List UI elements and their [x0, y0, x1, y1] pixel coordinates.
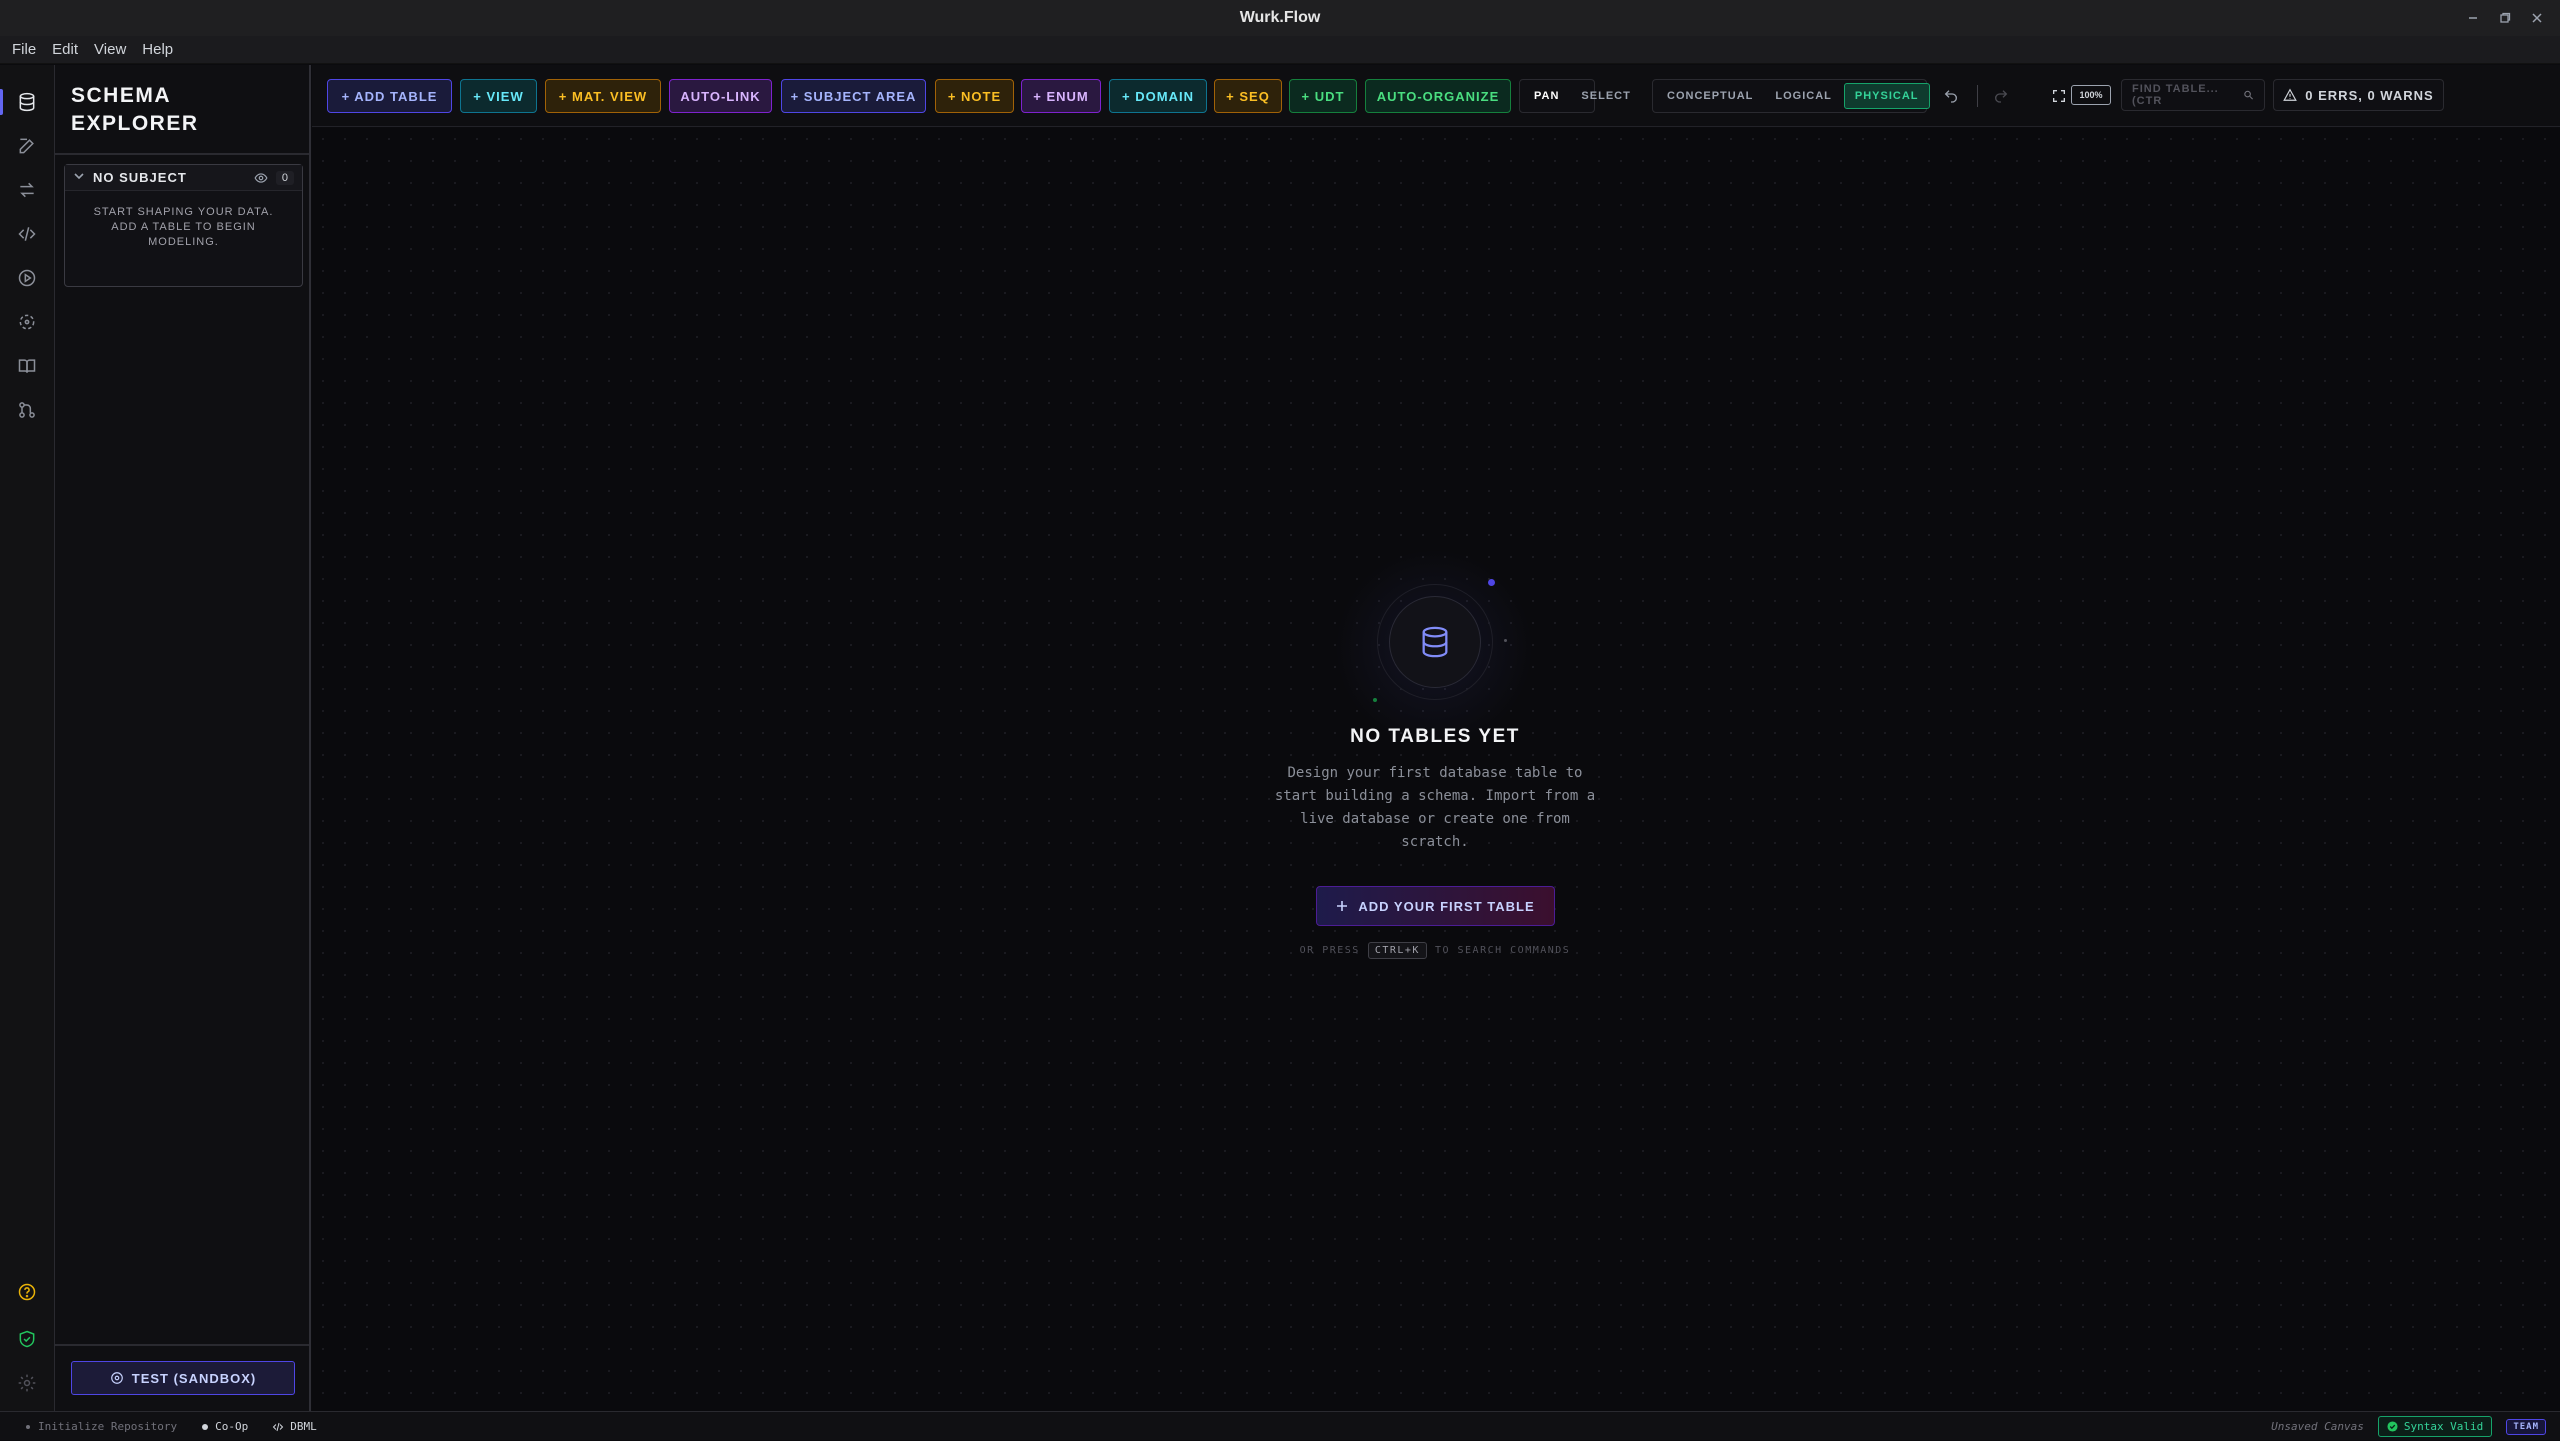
check-circle-icon	[2387, 1421, 2398, 1432]
validation-status-label: 0 ERRS, 0 WARNS	[2305, 87, 2434, 103]
focus-icon[interactable]	[14, 309, 40, 335]
target-icon	[110, 1372, 123, 1384]
auto-organize-button[interactable]: AUTO-ORGANIZE	[1365, 79, 1511, 113]
hint-suffix: TO SEARCH COMMANDS	[1434, 945, 1571, 956]
add-view-button[interactable]: + VIEW	[460, 79, 537, 113]
subject-count-badge: 0	[275, 170, 294, 185]
window-controls	[2464, 0, 2546, 36]
eye-icon[interactable]	[254, 171, 268, 185]
subject-group: NO SUBJECT 0 START SHAPING YOUR DATA. AD…	[64, 164, 303, 287]
warning-icon	[2283, 88, 2298, 101]
undo-icon[interactable]	[1934, 79, 1968, 113]
help-icon[interactable]	[14, 1279, 40, 1305]
coop-button[interactable]: Co-Op	[201, 1420, 248, 1433]
decor-dot	[1373, 698, 1377, 702]
hint-prefix: OR PRESS	[1299, 945, 1360, 956]
add-enum-button[interactable]: + ENUM	[1021, 79, 1101, 113]
shield-check-icon[interactable]	[14, 1326, 40, 1352]
search-icon	[2244, 90, 2254, 100]
coop-label: Co-Op	[215, 1420, 249, 1433]
status-bar: Initialize Repository Co-Op DBML Unsaved…	[0, 1411, 2560, 1440]
empty-state-title: NO TABLES YET	[1350, 726, 1520, 747]
window-titlebar: Wurk.Flow	[0, 0, 2560, 36]
database-icon[interactable]	[14, 89, 40, 115]
shortcut-key: CTRL+K	[1367, 942, 1427, 959]
panel-title: SCHEMA EXPLORER	[71, 84, 199, 135]
empty-state-description: Design your first database table to star…	[1274, 765, 1596, 850]
menu-help[interactable]: Help	[136, 41, 179, 58]
divider	[55, 153, 309, 155]
initialize-repository-label: Initialize Repository	[38, 1420, 178, 1433]
dbml-button[interactable]: DBML	[272, 1420, 317, 1433]
subject-label: NO SUBJECT	[93, 170, 187, 185]
minimize-icon[interactable]	[2464, 9, 2482, 27]
code-icon	[272, 1422, 284, 1431]
status-dot-icon	[202, 1423, 209, 1430]
activity-rail	[0, 65, 55, 1411]
test-sandbox-button[interactable]: TEST (SANDBOX)	[71, 1361, 295, 1395]
initialize-repository-button[interactable]: Initialize Repository	[24, 1420, 177, 1433]
subject-empty-message: START SHAPING YOUR DATA. ADD A TABLE TO …	[93, 206, 274, 248]
find-table-placeholder: FIND TABLE... (CTR	[2132, 83, 2219, 107]
play-icon[interactable]	[14, 265, 40, 291]
level-physical[interactable]: PHYSICAL	[1843, 83, 1930, 109]
schema-explorer-panel: SCHEMA EXPLORER NO SUBJECT 0 START SHAPI…	[55, 65, 311, 1411]
git-icon	[26, 1424, 30, 1429]
maximize-icon[interactable]	[2496, 9, 2514, 27]
validation-status[interactable]: 0 ERRS, 0 WARNS	[2273, 79, 2444, 111]
book-icon[interactable]	[14, 353, 40, 379]
window-title: Wurk.Flow	[1239, 9, 1321, 26]
close-icon[interactable]	[2528, 9, 2546, 27]
level-conceptual[interactable]: CONCEPTUAL	[1657, 84, 1763, 108]
model-level-toggle: CONCEPTUAL LOGICAL PHYSICAL	[1652, 79, 1930, 113]
settings-icon[interactable]	[14, 1370, 40, 1396]
empty-state-badge	[1389, 596, 1481, 688]
dbml-label: DBML	[290, 1420, 317, 1433]
code-icon[interactable]	[14, 221, 40, 247]
syntax-status-label: Syntax Valid	[2403, 1420, 2484, 1433]
rail-active-indicator	[0, 89, 3, 115]
git-branch-icon[interactable]	[14, 397, 40, 423]
swap-icon[interactable]	[14, 177, 40, 203]
divider	[1977, 85, 1978, 107]
add-udt-button[interactable]: + UDT	[1289, 79, 1357, 113]
add-mat-view-button[interactable]: + MAT. VIEW	[545, 79, 661, 113]
edit-icon[interactable]	[14, 133, 40, 159]
mode-pan[interactable]: PAN	[1524, 84, 1569, 108]
unsaved-status: Unsaved Canvas	[2271, 1420, 2364, 1433]
menu-view[interactable]: View	[88, 41, 132, 58]
add-domain-button[interactable]: + DOMAIN	[1109, 79, 1207, 113]
add-table-button[interactable]: + ADD TABLE	[327, 79, 452, 113]
decor-dot	[1488, 579, 1495, 586]
find-table-input[interactable]: FIND TABLE... (CTR	[2121, 79, 2265, 111]
interaction-mode-toggle: PAN SELECT	[1519, 79, 1630, 113]
test-sandbox-label: TEST (SANDBOX)	[131, 1370, 257, 1386]
add-first-table-button[interactable]: ADD YOUR FIRST TABLE	[1316, 886, 1555, 926]
command-hint: OR PRESS CTRL+K TO SEARCH COMMANDS	[1235, 942, 1635, 959]
chevron-down-icon[interactable]	[73, 170, 85, 185]
team-badge[interactable]: TEAM	[2506, 1418, 2546, 1435]
redo-icon[interactable]	[1984, 79, 2018, 113]
add-first-table-label: ADD YOUR FIRST TABLE	[1358, 898, 1535, 914]
syntax-status-badge[interactable]: Syntax Valid	[2377, 1416, 2493, 1437]
decor-dot	[1504, 639, 1507, 642]
add-seq-button[interactable]: + SEQ	[1214, 79, 1282, 113]
mode-select[interactable]: SELECT	[1571, 84, 1640, 108]
level-logical[interactable]: LOGICAL	[1765, 84, 1842, 108]
zoom-level[interactable]: 100%	[2071, 85, 2111, 105]
auto-link-button[interactable]: AUTO-LINK	[669, 79, 772, 113]
menu-file[interactable]: File	[6, 41, 42, 58]
divider	[55, 1344, 309, 1346]
subject-header[interactable]: NO SUBJECT 0	[65, 165, 302, 191]
menu-bar: File Edit View Help	[0, 36, 2560, 64]
menu-edit[interactable]: Edit	[46, 41, 84, 58]
database-icon	[1422, 626, 1448, 658]
plus-icon	[1337, 901, 1348, 911]
add-subject-area-button[interactable]: + SUBJECT AREA	[781, 79, 926, 113]
add-note-button[interactable]: + NOTE	[935, 79, 1014, 113]
